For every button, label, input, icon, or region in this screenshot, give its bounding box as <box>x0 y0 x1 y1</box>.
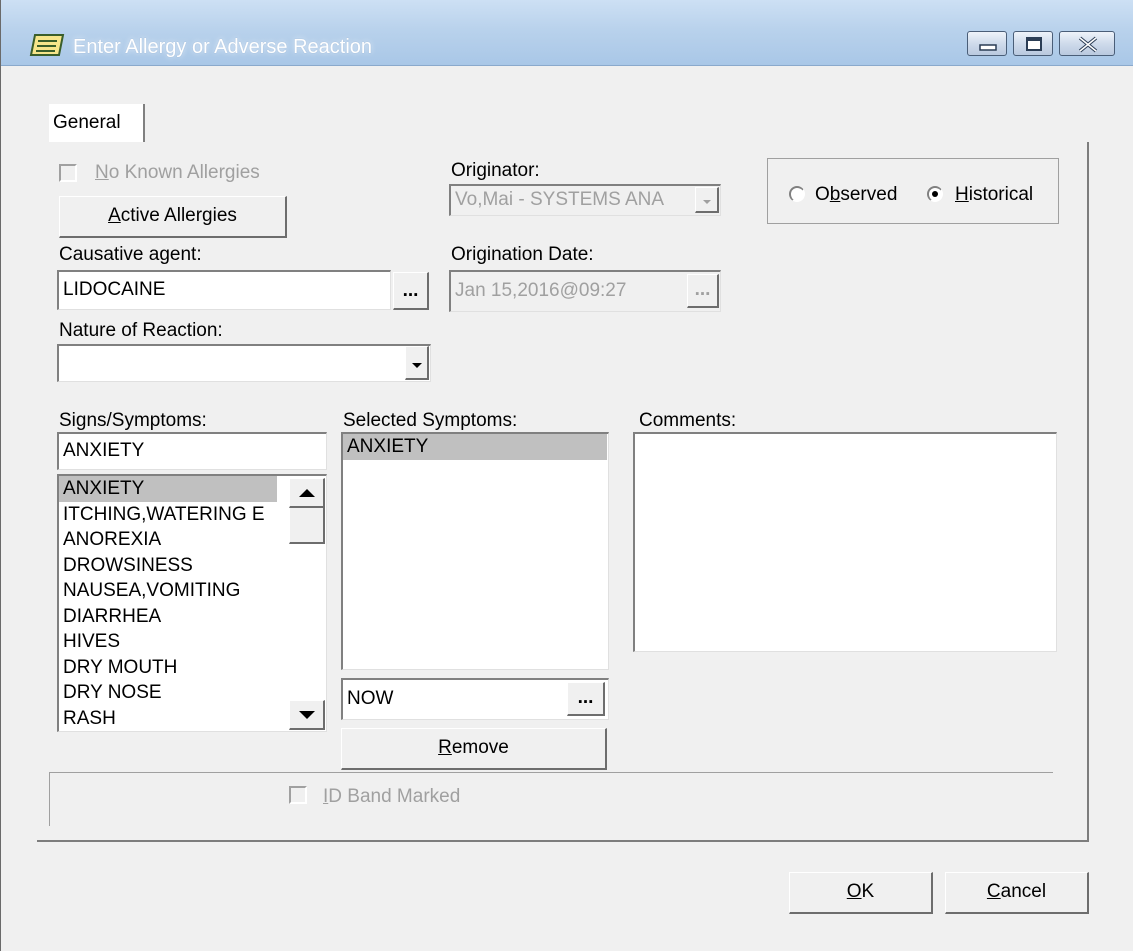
selected-symptoms-list[interactable]: ANXIETY <box>341 432 609 670</box>
ellipsis-icon: ... <box>402 280 419 301</box>
origination-date-label: Origination Date: <box>451 244 594 265</box>
observed-radio[interactable] <box>789 186 805 202</box>
list-item[interactable]: ANXIETY <box>59 476 277 502</box>
list-item[interactable]: ITCHING,WATERING E <box>59 502 326 528</box>
ellipsis-icon: ... <box>577 687 594 708</box>
id-band-marked-label: ID Band Marked <box>323 786 461 807</box>
tab-general[interactable]: General <box>49 104 145 142</box>
signs-symptoms-label: Signs/Symptoms: <box>59 410 207 431</box>
maximize-icon <box>1026 37 1042 51</box>
origination-date-value: Jan 15,2016@09:27 <box>455 280 627 301</box>
close-icon <box>1078 36 1098 53</box>
chevron-down-icon <box>703 200 711 204</box>
historical-radio[interactable] <box>927 186 943 202</box>
symptom-date-value: NOW <box>347 688 394 709</box>
list-item[interactable]: HIVES <box>59 629 326 655</box>
no-known-allergies-checkbox[interactable] <box>59 164 77 182</box>
allergy-dialog-window: Enter Allergy or Adverse Reaction Genera… <box>0 0 1133 951</box>
arrow-up-icon <box>299 489 315 497</box>
title-bar[interactable]: Enter Allergy or Adverse Reaction <box>1 0 1133 66</box>
origination-date-input[interactable]: Jan 15,2016@09:27 <box>449 270 721 312</box>
historical-label: Historical <box>955 184 1034 205</box>
signs-symptoms-search-value: ANXIETY <box>63 440 145 461</box>
scroll-down-button[interactable] <box>289 700 325 730</box>
close-button[interactable] <box>1059 31 1115 56</box>
nature-of-reaction-label: Nature of Reaction: <box>59 320 223 341</box>
allergy-form-icon <box>29 34 65 56</box>
list-item[interactable]: RASH <box>59 706 326 732</box>
chevron-down-icon <box>412 363 422 368</box>
list-item[interactable]: DIARRHEA <box>59 604 326 630</box>
nature-of-reaction-combo[interactable] <box>57 344 431 382</box>
list-item[interactable]: ANOREXIA <box>59 527 326 553</box>
symptom-date-picker-button[interactable]: ... <box>567 682 605 716</box>
id-band-marked-checkbox[interactable] <box>289 786 307 804</box>
causative-agent-lookup-button[interactable]: ... <box>393 272 429 310</box>
scroll-thumb[interactable] <box>289 508 325 544</box>
ok-button[interactable]: OK <box>789 872 933 914</box>
minimize-button[interactable] <box>967 31 1007 56</box>
observed-label: Observed <box>815 184 898 205</box>
comments-textarea[interactable] <box>633 432 1057 652</box>
comments-label: Comments: <box>639 410 737 431</box>
radio-selected-dot <box>932 191 938 197</box>
signs-symptoms-search-input[interactable]: ANXIETY <box>57 432 327 470</box>
causative-agent-value: LIDOCAINE <box>63 279 166 300</box>
scroll-up-button[interactable] <box>289 478 325 508</box>
id-band-group <box>49 772 1053 826</box>
nature-of-reaction-dropdown-button[interactable] <box>405 346 429 380</box>
list-item[interactable]: ANXIETY <box>343 434 607 460</box>
minimize-icon <box>979 44 997 51</box>
tab-general-label: General <box>53 112 121 133</box>
list-item[interactable]: DRY MOUTH <box>59 655 326 681</box>
origination-date-picker-button[interactable]: ... <box>687 274 719 308</box>
list-item[interactable]: DRY NOSE <box>59 680 326 706</box>
remove-button[interactable]: Remove <box>341 728 607 770</box>
arrow-down-icon <box>299 711 315 719</box>
window-title: Enter Allergy or Adverse Reaction <box>73 36 373 58</box>
originator-value: Vo,Mai - SYSTEMS ANA <box>455 189 665 210</box>
panel-border-right <box>1087 142 1089 842</box>
originator-dropdown-button[interactable] <box>695 187 719 213</box>
selected-symptoms-label: Selected Symptoms: <box>343 410 518 431</box>
causative-agent-input[interactable]: LIDOCAINE <box>57 270 391 310</box>
list-item[interactable]: DROWSINESS <box>59 553 326 579</box>
no-known-allergies-label: No Known Allergies <box>95 162 260 183</box>
ellipsis-icon: ... <box>694 279 711 300</box>
causative-agent-label: Causative agent: <box>59 244 202 265</box>
panel-border-bottom <box>37 840 1089 842</box>
list-item[interactable]: NAUSEA,VOMITING <box>59 578 326 604</box>
maximize-button[interactable] <box>1013 31 1053 56</box>
originator-combo[interactable]: Vo,Mai - SYSTEMS ANA <box>449 184 721 216</box>
cancel-button[interactable]: Cancel <box>945 872 1089 914</box>
active-allergies-button[interactable]: Active Allergies <box>59 196 287 238</box>
originator-label: Originator: <box>451 160 540 181</box>
